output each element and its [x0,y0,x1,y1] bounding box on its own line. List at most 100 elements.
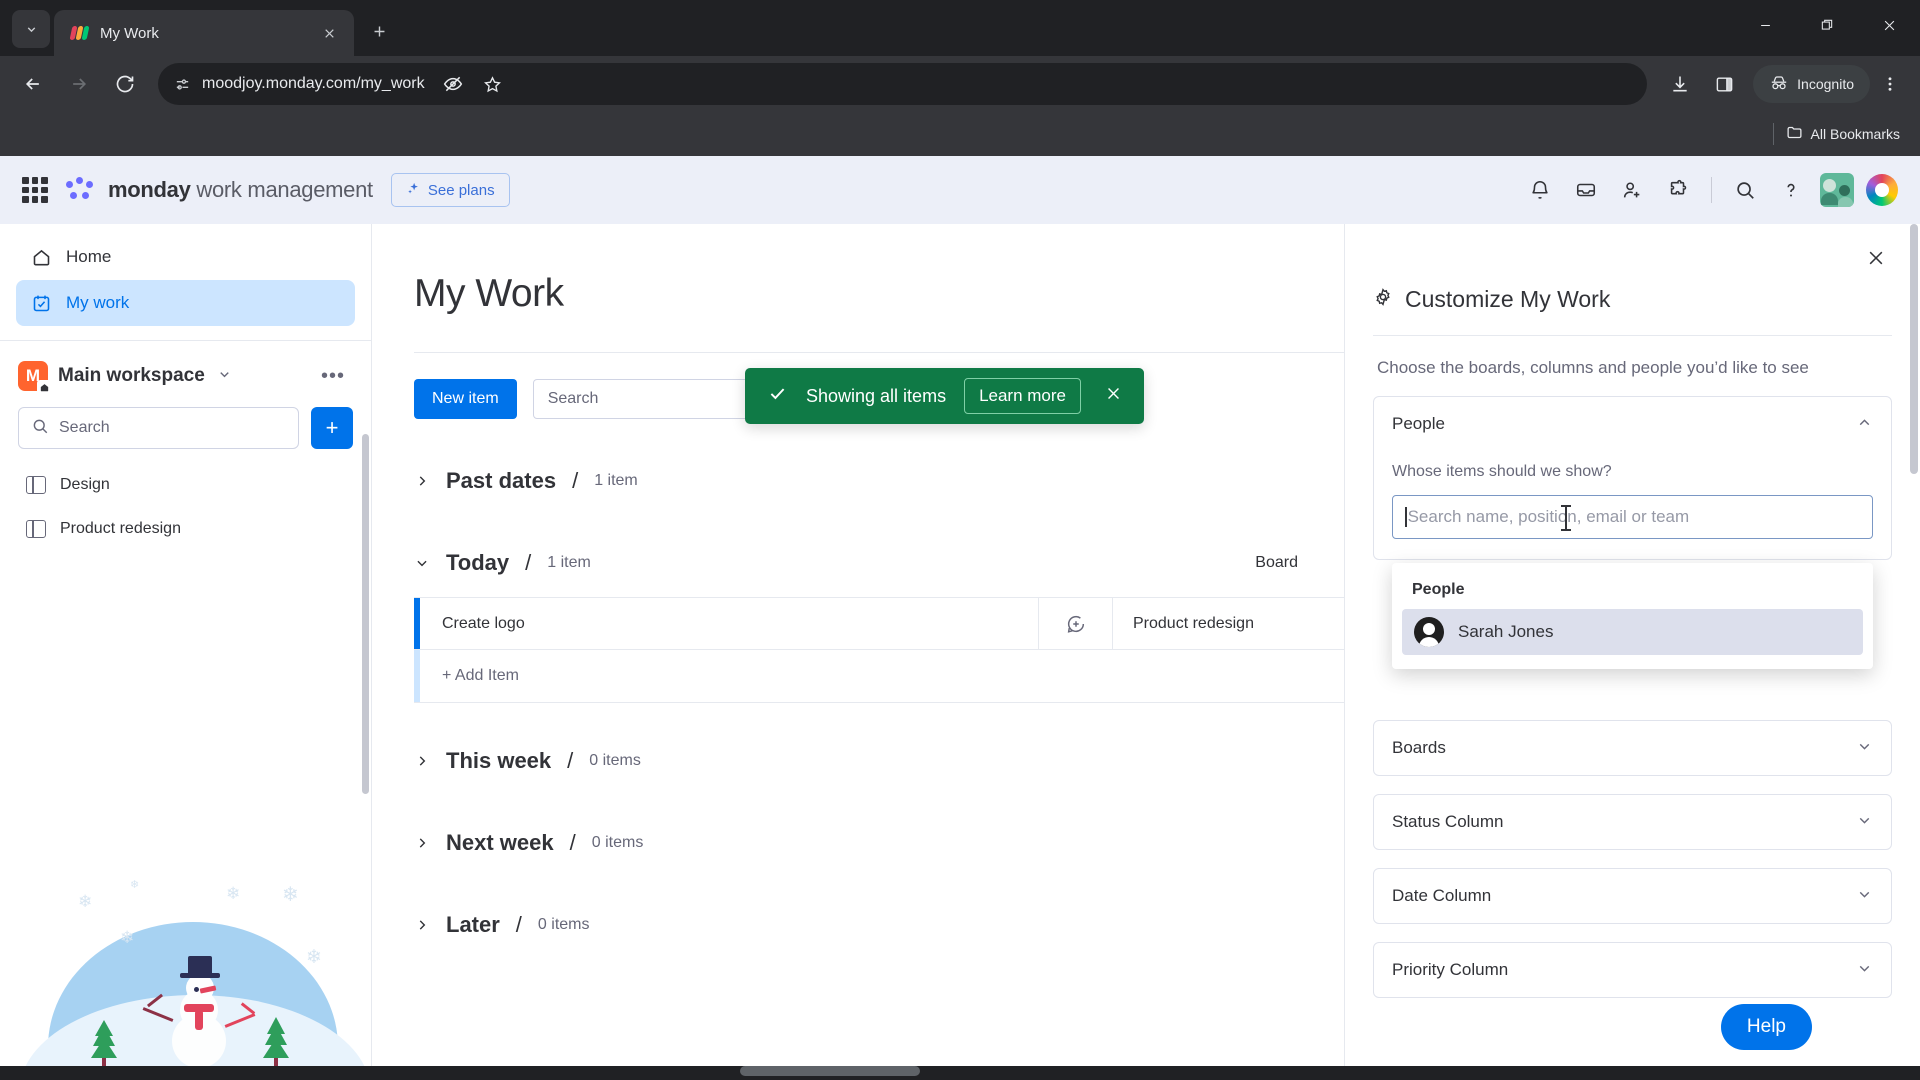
maximize-window-button[interactable] [1796,0,1858,50]
group-separator: / [567,748,574,773]
chevron-right-icon[interactable] [414,754,430,768]
reload-button[interactable] [104,63,146,105]
sidebar-item-my-work[interactable]: My work [16,280,355,326]
browser-tabstrip: My Work [0,0,1920,56]
notifications-bell-icon[interactable] [1523,173,1557,207]
chevron-right-icon[interactable] [414,836,430,850]
workspace-more-button[interactable]: ••• [321,365,353,388]
add-item-label[interactable]: + Add Item [420,650,1344,702]
download-icon[interactable] [1659,63,1701,105]
panel-title-row: Customize My Work [1373,224,1892,313]
panel-scrollbar[interactable] [1910,224,1918,474]
accordion-people-body: Whose items should we show? Search name,… [1374,451,1891,669]
help-question-icon[interactable] [1774,173,1808,207]
browser-window: My Work moodjoy.monday.com/my_work Incog… [0,0,1920,1080]
rainbow-star-icon[interactable] [1866,174,1898,206]
item-name-cell[interactable]: Create logo [420,598,1039,649]
table-row[interactable]: Create logo Product redesign [414,598,1344,650]
sidebar-board-product-redesign[interactable]: Product redesign [18,507,353,551]
group-today: Today / 1 item Board Create logo Product… [414,535,1344,703]
forward-button[interactable] [58,63,100,105]
group-separator: / [525,550,532,575]
inbox-icon[interactable] [1569,173,1603,207]
address-bar[interactable]: moodjoy.monday.com/my_work [158,63,1648,105]
side-panel-icon[interactable] [1703,63,1745,105]
browser-menu-icon[interactable] [1872,64,1908,104]
chevron-down-icon[interactable] [217,367,232,385]
workspace-home-badge-icon [37,380,52,395]
new-tab-button[interactable] [364,16,394,46]
chevron-down-icon[interactable] [1856,738,1873,758]
chat-add-icon[interactable] [1039,598,1113,649]
toast-message: Showing all items [806,385,947,406]
board-column-header: Board [1255,554,1298,571]
people-search-placeholder: Search name, position, email or team [1407,507,1690,526]
chevron-down-icon[interactable] [1856,812,1873,832]
accordion-boards-header[interactable]: Boards [1374,721,1891,775]
help-button[interactable]: Help [1720,1004,1812,1050]
left-sidebar: Home My work M Main workspace ••• Search… [0,224,372,1080]
chevron-right-icon[interactable] [414,918,430,932]
apps-puzzle-icon[interactable] [1661,173,1695,207]
chevron-up-icon[interactable] [1856,414,1873,434]
chevron-right-icon[interactable] [414,474,430,488]
page-info-icon[interactable] [172,74,192,94]
see-plans-button[interactable]: See plans [390,173,510,207]
accordion-people-header[interactable]: People [1374,397,1891,451]
invite-member-icon[interactable] [1615,173,1649,207]
group-header[interactable]: Past dates / 1 item [414,453,1344,509]
accordion-status-column-header[interactable]: Status Column [1374,795,1891,849]
incognito-label: Incognito [1797,76,1854,92]
minimize-window-button[interactable] [1734,0,1796,50]
group-header[interactable]: Today / 1 item Board [414,535,1344,591]
workspace-header[interactable]: M Main workspace ••• [0,341,371,399]
window-controls [1734,0,1920,50]
accordion-label: Priority Column [1392,960,1509,979]
eye-off-icon[interactable] [435,66,471,102]
chevron-down-icon[interactable] [414,556,430,570]
text-caret [1405,507,1407,527]
add-item-row[interactable]: + Add Item [414,650,1344,702]
browser-tab[interactable]: My Work [54,10,354,56]
back-button[interactable] [12,63,54,105]
search-icon[interactable] [1728,173,1762,207]
monday-logo[interactable]: monday work management [66,177,373,203]
chevron-down-icon[interactable] [1856,886,1873,906]
all-bookmarks-button[interactable]: All Bookmarks [1786,124,1900,144]
sidebar-item-label: My work [66,293,130,312]
close-window-button[interactable] [1858,0,1920,50]
my-work-view: My Work New item Search Hide done it [372,224,1344,1080]
close-panel-icon[interactable] [1866,248,1886,274]
page-title: monday work management [108,177,373,203]
close-tab-icon[interactable] [314,18,344,48]
people-result-item[interactable]: Sarah Jones [1402,609,1863,655]
sidebar-scrollbar[interactable] [362,434,369,794]
accordion-priority-column-header[interactable]: Priority Column [1374,943,1891,997]
toast-close-icon[interactable] [1099,385,1122,408]
people-search-input[interactable]: Search name, position, email or team [1392,495,1873,539]
items-table: Create logo Product redesign + Add Item [414,597,1344,703]
toast-learn-more-button[interactable]: Learn more [964,378,1081,414]
board-label: Product redesign [60,520,181,537]
sidebar-item-home[interactable]: Home [16,234,355,280]
sidebar-board-design[interactable]: Design [18,463,353,507]
user-avatar[interactable] [1820,173,1854,207]
bookmark-star-icon[interactable] [475,66,511,102]
group-name: Later [446,912,500,937]
group-header[interactable]: Later / 0 items [414,897,1344,953]
main-content: My Work New item Search Hide done it [372,224,1344,1080]
apps-grid-icon[interactable] [22,177,48,203]
tab-title: My Work [100,24,159,42]
tab-search-chevron-down-icon[interactable] [12,10,50,48]
page-scrollbar-thumb[interactable] [740,1066,920,1076]
incognito-indicator[interactable]: Incognito [1753,65,1870,103]
group-header[interactable]: This week / 0 items [414,733,1344,789]
workspace-search-placeholder: Search [59,419,110,436]
group-header[interactable]: Next week / 0 items [414,815,1344,871]
accordion-date-column-header[interactable]: Date Column [1374,869,1891,923]
workspace-search-input[interactable]: Search [18,407,299,449]
chevron-down-icon[interactable] [1856,960,1873,980]
add-board-button[interactable]: + [311,407,353,449]
new-item-button[interactable]: New item [414,379,517,419]
bookmarks-divider [1772,123,1774,145]
